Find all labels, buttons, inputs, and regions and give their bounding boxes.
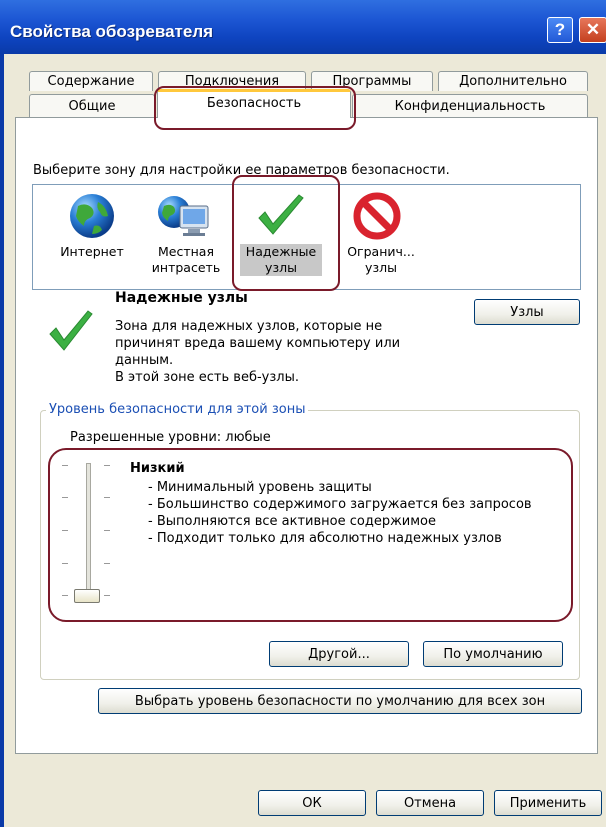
zone-internet[interactable]: Интернет [48, 192, 124, 282]
intranet-icon [158, 196, 209, 236]
globe-icon [70, 194, 114, 238]
reset-all-zones-button[interactable]: Выбрать уровень безопасности по умолчани… [98, 688, 582, 714]
trusted-zone-checkmark-icon [49, 310, 93, 351]
tab-content[interactable]: Содержание [29, 71, 153, 91]
cancel-button[interactable]: Отмена [376, 790, 484, 816]
zone-restricted[interactable]: Огранич... узлы [340, 192, 430, 282]
zone-description-line-2: причинят вреда вашему компьютеру или [115, 336, 401, 351]
tab-advanced[interactable]: Дополнительно [438, 71, 588, 91]
close-button[interactable]: ✕ [579, 17, 606, 43]
zone-intranet[interactable]: Местная интрасеть [140, 192, 230, 282]
zone-description-line-3: данным. [115, 353, 174, 368]
ok-button[interactable]: ОК [258, 790, 366, 816]
custom-level-button[interactable]: Другой... [269, 641, 409, 667]
zone-label-intranet: Местная интрасеть [151, 244, 221, 275]
help-button[interactable]: ? [547, 17, 573, 43]
sites-button[interactable]: Узлы [474, 299, 580, 325]
allowed-levels-label: Разрешенные уровни: любые [70, 430, 271, 445]
apply-button[interactable]: Применить [494, 790, 602, 816]
security-tab-highlight [154, 86, 356, 130]
tab-general[interactable]: Общие [29, 94, 155, 118]
trusted-zone-highlight [232, 175, 340, 291]
restricted-icon [353, 192, 401, 240]
tab-privacy[interactable]: Конфиденциальность [352, 94, 588, 118]
window-title: Свойства обозревателя [10, 22, 214, 41]
zone-description-line-4: В этой зоне есть веб-узлы. [115, 370, 299, 385]
zone-label-internet: Интернет [60, 244, 124, 259]
selected-zone-title: Надежные узлы [115, 290, 248, 306]
zone-description-line-1: Зона для надежных узлов, которые не [115, 319, 383, 334]
title-bar[interactable]: Свойства обозревателя ? ✕ [0, 0, 606, 54]
default-level-button[interactable]: По умолчанию [423, 641, 563, 667]
security-level-highlight [48, 448, 573, 622]
internet-options-window: Свойства обозревателя ? ✕ Содержание Под… [0, 0, 606, 827]
security-level-group-title: Уровень безопасности для этой зоны [46, 402, 309, 417]
zone-label-restricted: Огранич... узлы [347, 244, 415, 275]
